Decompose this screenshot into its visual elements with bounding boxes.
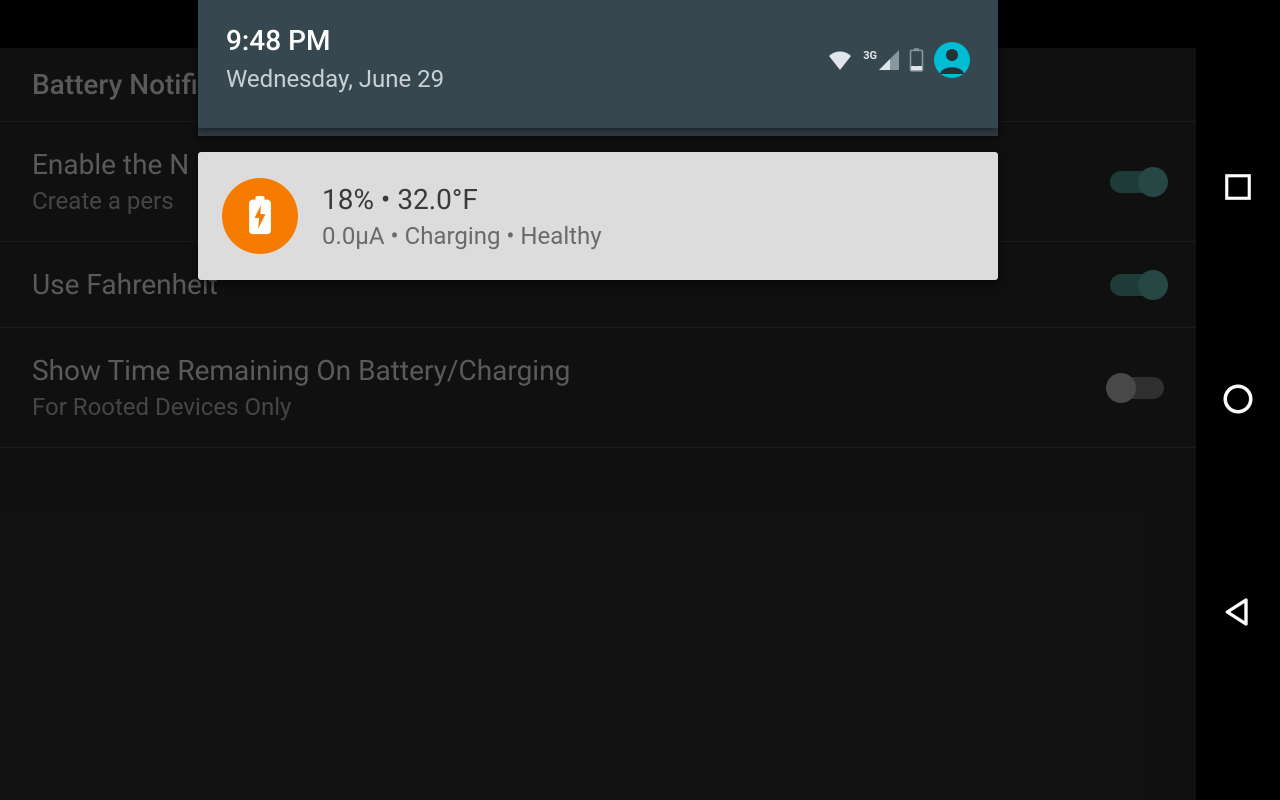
wifi-icon [827,50,853,70]
notification-shade[interactable]: 9:48 PM Wednesday, June 29 3G [198,0,998,280]
recent-apps-button[interactable] [1223,172,1253,202]
shade-subheader [198,128,998,136]
notification-title: 18% • 32.0°F [322,183,602,216]
notification-card[interactable]: 18% • 32.0°F 0.0µA • Charging • Healthy [198,152,998,280]
back-button[interactable] [1222,596,1254,628]
battery-charging-icon [909,48,924,72]
shade-time: 9:48 PM [226,24,444,57]
shade-header[interactable]: 9:48 PM Wednesday, June 29 3G [198,0,998,128]
system-nav-bar [1196,0,1280,800]
notification-text: 0.0µA • Charging • Healthy [322,222,602,250]
user-avatar-icon[interactable] [934,42,970,78]
shade-date: Wednesday, June 29 [226,65,444,93]
cellular-3g-icon: 3G [863,50,899,70]
status-icons: 3G [827,24,970,78]
battery-notification-icon [222,178,298,254]
home-button[interactable] [1221,382,1255,416]
